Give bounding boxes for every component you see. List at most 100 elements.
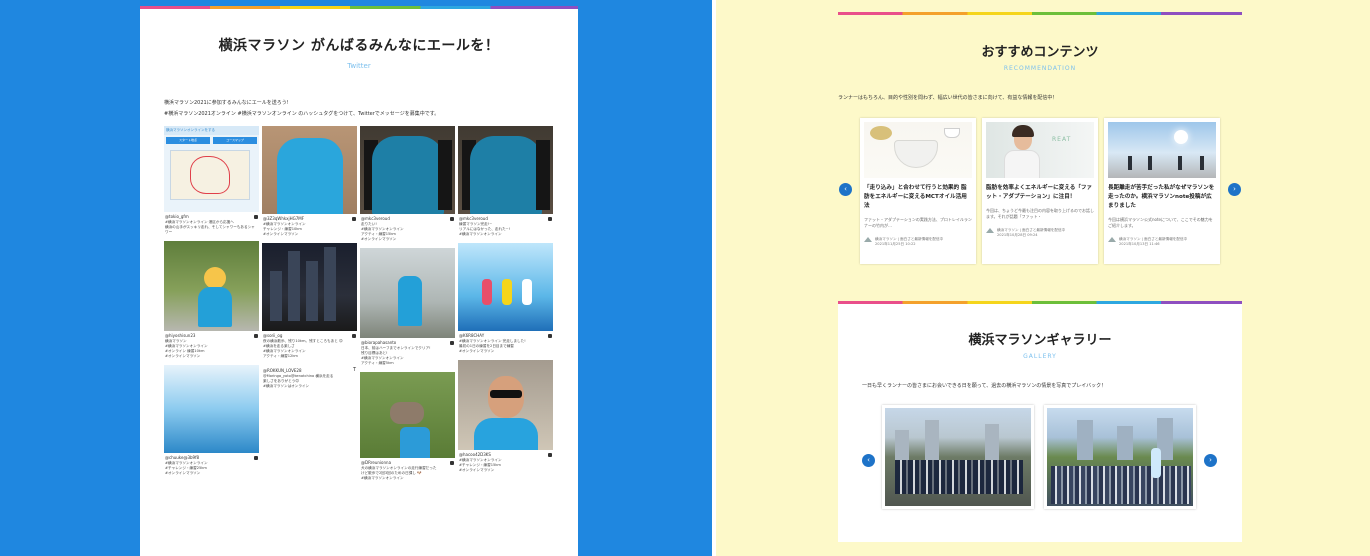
article-author: 横浜マラソン | 面白さと最新情報を配信中 2021年11月25日 10:22	[864, 237, 972, 247]
hair	[1012, 125, 1034, 137]
article-excerpt: ファット・アダプテーションの実践方法、プロトレイルランナーの竹内が…	[864, 217, 972, 228]
blue-shirt	[277, 138, 343, 214]
instagram-icon[interactable]	[352, 216, 356, 221]
tweet-username[interactable]: @mkc3veroud	[361, 216, 390, 221]
tweet-card[interactable]: @3Z3qWhkxjHG7MF #横浜マラソンオンライン チャレンジ・練習10k…	[262, 126, 357, 239]
article-title[interactable]: 「走り込み」と合わせて行うと効果的 脂肪をエネルギーに変えるMCTオイル活用法	[864, 184, 972, 211]
post-column: @mkc3veroud 走りたい! #横浜マラソンオンライン アクティ・練習15…	[360, 126, 455, 487]
sun	[1174, 130, 1188, 144]
gallery-photo[interactable]	[1044, 405, 1196, 509]
instagram-icon[interactable]	[352, 333, 356, 338]
tweet-photo	[262, 126, 357, 214]
tweet-photo	[262, 243, 357, 331]
tweet-username[interactable]: @hacoo42D3KS	[459, 452, 491, 457]
tweet-caption: #横浜マラソンオンライン #チャレンジ・練習15km #オンラインマラソン	[459, 458, 502, 472]
gallery-next-button[interactable]: ›	[1204, 454, 1217, 467]
recommendation-title: おすすめコンテンツ	[981, 45, 1099, 60]
tweet-card[interactable]: @K6R8CHAY #横浜マラソンオンライン 完走しました! 最初の1日の練習を…	[458, 243, 553, 356]
gallery-subtitle: GALLERY	[1023, 353, 1057, 360]
tweet-card[interactable]: @chuuke@3b9f8 #横浜マラソンオンライン #チャレンジ・練習25km…	[164, 365, 259, 478]
gallery-prev-button[interactable]: ‹	[862, 454, 875, 467]
building	[925, 420, 939, 460]
tweet-username[interactable]: @tokio_gfm	[165, 214, 189, 219]
gallery-photo[interactable]	[882, 405, 1034, 509]
tweet-photo	[360, 248, 455, 338]
tweet-caption: #横浜マラソンオンライン チャレンジ・練習10km #オンラインマラソン	[263, 222, 306, 236]
article-author: 横浜マラソン | 面白さと最新情報を配信中 2021年10月13日 11:46	[1108, 237, 1216, 247]
carousel-next-button[interactable]: ›	[1228, 183, 1241, 196]
article-title[interactable]: 長距離走が苦手だった私がなぜマラソンを走ったのか。横浜マラソンnote投稿が広ま…	[1108, 184, 1216, 211]
building	[895, 430, 909, 460]
tweet-card[interactable]: @biorapahasanto 日本、前はハーフまでオンラインでクリア! 残り目…	[360, 248, 455, 368]
building	[1077, 420, 1093, 460]
tweet-card[interactable]: @mkc3veroud 練習マラソン完走!~ リアルにはなかった、走れた~! #…	[458, 126, 553, 239]
coffee-cup	[944, 128, 960, 138]
article-thumbnail	[864, 122, 972, 178]
instagram-icon[interactable]	[450, 340, 454, 345]
tweet-caption: @Moringa_yoto@kenatchino 横浜を走る 楽しさをありがとう…	[263, 374, 334, 388]
tweet-meta: @mkc3veroud	[360, 214, 455, 221]
runner-figure	[398, 276, 422, 326]
tweet-username[interactable]: @sorii_og	[263, 333, 282, 338]
tweet-card[interactable]: @hiyoshisun23 横浜マラソン #横浜マラソンオンライン #オンライン…	[164, 241, 259, 361]
building	[288, 251, 300, 321]
instagram-icon[interactable]	[254, 214, 258, 219]
tweet-username[interactable]: @DRreunionna	[361, 460, 391, 465]
balloon-arch	[1151, 448, 1161, 478]
author-text: 横浜マラソン | 面白さと最新情報を配信中 2021年10月13日 11:46	[1119, 237, 1188, 246]
article-thumbnail	[1108, 122, 1216, 178]
band-members	[895, 460, 1023, 494]
article-card[interactable]: 「走り込み」と合わせて行うと効果的 脂肪をエネルギーに変えるMCTオイル活用法 …	[860, 118, 976, 264]
tweet-photo	[458, 126, 553, 214]
map-header: 横浜マラソンオンラインをする	[164, 126, 259, 135]
gallery-intro: 一日も早くランナーの皆さまにお会いできる日を願って、過去の横浜マラソンの情景を写…	[862, 383, 1107, 389]
article-card[interactable]: 長距離走が苦手だった私がなぜマラソンを走ったのか。横浜マラソンnote投稿が広ま…	[1104, 118, 1220, 264]
tweet-username[interactable]: @chuuke@3b9f8	[165, 455, 199, 460]
map-course-button: コースマップ	[213, 137, 257, 144]
tweet-card[interactable]: @hacoo42D3KS #横浜マラソンオンライン #チャレンジ・練習15km …	[458, 360, 553, 475]
sleeve	[536, 140, 550, 210]
tweet-photo	[458, 360, 553, 450]
instagram-icon[interactable]	[548, 216, 552, 221]
instagram-icon[interactable]	[450, 216, 454, 221]
tweet-meta: @K6R8CHAY	[458, 331, 553, 338]
tweet-photo	[360, 126, 455, 214]
tweet-username[interactable]: @3Z3qWhkxjHG7MF	[263, 216, 304, 221]
tweet-card[interactable]: @DRreunionna 犬の横浜マラソンオンラインの走行練習だった けど散歩で…	[360, 372, 455, 483]
article-card[interactable]: REAT 脂肪を効率よくエネルギーに変える「ファット・アダプテーション」に注目！…	[982, 118, 1098, 264]
tweet-card[interactable]: @mkc3veroud 走りたい! #横浜マラソンオンライン アクティ・練習15…	[360, 126, 455, 244]
carousel-prev-button[interactable]: ‹	[839, 183, 852, 196]
course-map-image: 横浜マラソンオンラインをする スタート地点 コースマップ	[164, 126, 259, 212]
tweet-card[interactable]: @ROKKUN_LOVE28 T @Moringa_yoto@kenatchin…	[262, 365, 357, 391]
athlete-figure	[482, 279, 492, 305]
tweet-username[interactable]: @mkc3veroud	[459, 216, 488, 221]
tweet-username[interactable]: @K6R8CHAY	[459, 333, 484, 338]
tweet-username[interactable]: @hiyoshisun23	[165, 333, 195, 338]
twitter-icon[interactable]: T	[353, 367, 356, 373]
twitter-section: 横浜マラソン がんばるみんなにエールを！ Twitter 横浜マラソン2021に…	[140, 6, 578, 556]
article-title[interactable]: 脂肪を効率よくエネルギーに変える「ファット・アダプテーション」に注目！	[986, 184, 1094, 202]
tweet-meta: @ROKKUN_LOVE28 T	[262, 365, 357, 373]
instagram-icon[interactable]	[548, 452, 552, 457]
tweet-caption: #横浜マラソンオンライン 港区から応援へ 横浜の山手がスッキリ走れ、そしてシャワ…	[165, 220, 255, 234]
tweet-username[interactable]: @ROKKUN_LOVE28	[263, 368, 302, 373]
tweet-meta: @tokio_gfm	[164, 212, 259, 219]
instagram-icon[interactable]	[254, 333, 258, 338]
author-avatar-icon	[1108, 237, 1116, 242]
instagram-icon[interactable]	[548, 333, 552, 338]
tweet-photo	[458, 243, 553, 331]
bowl	[894, 140, 938, 168]
instagram-icon[interactable]	[254, 455, 258, 460]
tweet-card[interactable]: 横浜マラソンオンラインをする スタート地点 コースマップ @tokio_gfm …	[164, 126, 259, 237]
post-column: @mkc3veroud 練習マラソン完走!~ リアルにはなかった、走れた~! #…	[458, 126, 553, 479]
tweet-meta: @sorii_og	[262, 331, 357, 338]
tweet-username[interactable]: @biorapahasanto	[361, 340, 396, 345]
runner-silhouette	[1200, 156, 1204, 170]
twitter-section-subtitle: Twitter	[347, 62, 371, 70]
blue-shirt	[400, 427, 430, 458]
instagram-icon[interactable]	[450, 460, 454, 465]
sleeve	[438, 140, 452, 210]
tweet-caption: 走りたい! #横浜マラソンオンライン アクティ・練習15km #オンラインマラソ…	[361, 222, 404, 241]
tweet-card[interactable]: @sorii_og 夜の横浜散歩、残り10km。残すところもあと 😊 #横浜を走…	[262, 243, 357, 361]
post-column: 横浜マラソンオンラインをする スタート地点 コースマップ @tokio_gfm …	[164, 126, 259, 482]
